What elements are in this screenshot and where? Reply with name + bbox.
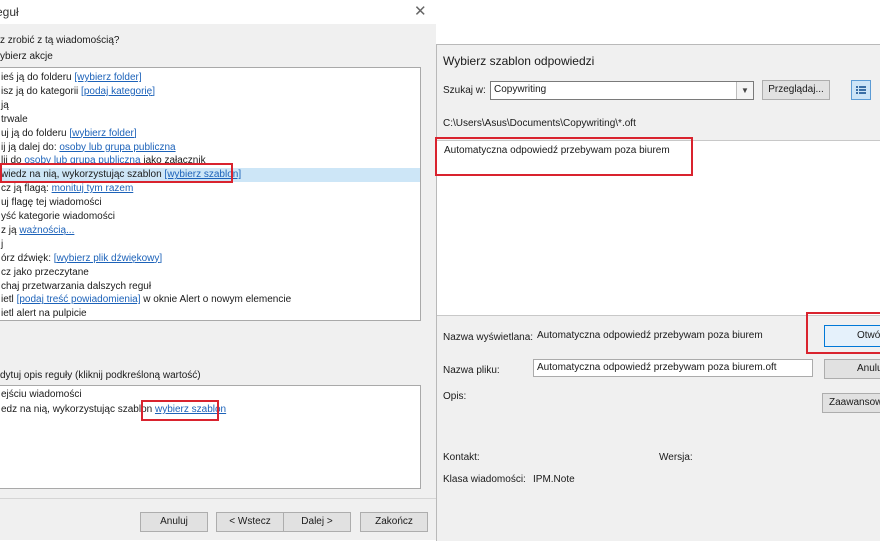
action-text: ietl	[1, 294, 17, 306]
action-text: j	[1, 238, 4, 250]
action-item[interactable]: ietl [podaj treść powiadomienia] w oknie…	[0, 293, 420, 307]
action-link[interactable]: monituj tym razem	[52, 183, 134, 194]
action-item[interactable]: cz ją flagą: monituj tym razem	[0, 182, 420, 196]
version-label: Wersja:	[659, 452, 693, 463]
rules-dialog-title: eguł	[0, 5, 19, 19]
action-item[interactable]: ją	[0, 99, 420, 113]
action-item[interactable]: isz ją do kategorii [podaj kategorię]	[0, 85, 420, 99]
action-item[interactable]: wiedz na nią, wykorzystując szablon [wyb…	[0, 168, 420, 183]
step2-label: dytuj opis reguły (kliknij podkreśloną w…	[0, 370, 201, 381]
action-text: trwale	[1, 113, 28, 125]
description-line: edz na nią, wykorzystując szablon wybier…	[1, 404, 226, 415]
rule-description-box: ejściu wiadomości edz na nią, wykorzystu…	[0, 385, 421, 489]
action-text: yść kategorie wiadomości	[1, 211, 115, 222]
close-icon[interactable]: ✕	[414, 2, 427, 20]
rules-wizard-dialog: eguł ✕ z zrobić z tą wiadomością? ybierz…	[0, 0, 436, 540]
action-link[interactable]: [wybierz folder]	[74, 72, 141, 83]
template-file-list[interactable]: Automatyczna odpowiedź przebywam poza bi…	[437, 140, 880, 316]
action-text-suffix: w oknie Alert o nowym elemencie	[140, 294, 292, 306]
action-text: ij ją dalej do:	[1, 141, 60, 153]
action-item[interactable]: ij ją dalej do: osoby lub grupa publiczn…	[0, 141, 420, 155]
action-link[interactable]: osoby lub grupa publiczna	[59, 142, 175, 153]
action-link[interactable]: ważnością...	[19, 225, 74, 236]
look-in-select[interactable]: Copywriting ▼	[490, 81, 754, 100]
action-link[interactable]: [podaj treść powiadomienia]	[17, 294, 141, 305]
message-class-label: Klasa wiadomości:	[443, 474, 526, 485]
next-button[interactable]: Dalej >	[283, 512, 351, 532]
action-item[interactable]: yść kategorie wiadomości	[0, 210, 420, 224]
template-dialog-title: Wybierz szablon odpowiedzi	[443, 54, 595, 68]
action-item[interactable]: ieś ją do folderu [wybierz folder]	[0, 71, 420, 85]
file-name-input[interactable]: Automatyczna odpowiedź przebywam poza bi…	[533, 359, 813, 377]
question-label: z zrobić z tą wiadomością?	[0, 35, 120, 46]
action-text: cz jako przeczytane	[1, 266, 89, 278]
description-line: ejściu wiadomości	[1, 389, 82, 400]
action-item[interactable]: z ją ważnością...	[0, 224, 420, 238]
action-text: isz ją do kategorii	[1, 85, 82, 97]
cancel-template-button[interactable]: Anulu	[824, 359, 880, 379]
action-link[interactable]: [podaj kategorię]	[81, 86, 155, 97]
cancel-button[interactable]: Anuluj	[140, 512, 208, 532]
choose-template-link[interactable]: wybierz szablon	[155, 404, 226, 415]
action-item[interactable]: uj ją do folderu [wybierz folder]	[0, 127, 420, 141]
action-text: órz dźwięk:	[1, 252, 54, 264]
action-link[interactable]: osoby lub grupa publiczna	[24, 155, 140, 166]
action-link[interactable]: [wybierz plik dźwiękowy]	[54, 253, 162, 264]
file-item[interactable]: Automatyczna odpowiedź przebywam poza bi…	[444, 145, 670, 156]
action-item[interactable]: ietl alert na pulpicie	[0, 307, 420, 320]
open-button[interactable]: Otwór	[824, 325, 880, 347]
chevron-down-icon[interactable]: ▼	[736, 82, 753, 99]
action-text: uj flagę tej wiadomości	[1, 197, 102, 209]
contact-label: Kontakt:	[443, 452, 480, 463]
step1-label: ybierz akcje	[0, 51, 53, 62]
action-text: wiedz na nią, wykorzystując szablon	[1, 169, 165, 181]
display-name-label: Nazwa wyświetlana:	[443, 332, 534, 343]
choose-template-dialog: Wybierz szablon odpowiedzi Szukaj w: Cop…	[436, 44, 880, 541]
action-text: ją	[1, 99, 9, 111]
description-label: Opis:	[443, 391, 467, 402]
back-button[interactable]: < Wstecz	[216, 512, 284, 532]
action-text: uj ją do folderu	[1, 127, 70, 139]
action-text: lij do	[1, 155, 25, 167]
action-item[interactable]: cz jako przeczytane	[0, 266, 420, 280]
action-item[interactable]: lij do osoby lub grupa publiczna jako za…	[0, 154, 420, 168]
rules-title-bar: eguł ✕	[0, 0, 436, 24]
action-link[interactable]: [wybierz szablon]	[164, 169, 241, 180]
action-item[interactable]: uj flagę tej wiadomości	[0, 196, 420, 210]
action-text: z ją	[1, 224, 20, 236]
action-item[interactable]: chaj przetwarzania dalszych reguł	[0, 280, 420, 294]
actions-list[interactable]: ieś ją do folderu [wybierz folder] isz ją…	[0, 67, 421, 321]
look-in-value: Copywriting	[494, 84, 547, 95]
browse-button[interactable]: Przeglądaj...	[762, 80, 830, 100]
description-text: edz na nią, wykorzystując szablon	[1, 404, 155, 415]
advanced-button[interactable]: Zaawansowa	[822, 393, 880, 413]
action-item[interactable]: trwale	[0, 113, 420, 127]
action-text: ieś ją do folderu	[1, 72, 75, 83]
action-item[interactable]: j	[0, 238, 420, 252]
action-item[interactable]: órz dźwięk: [wybierz plik dźwiękowy]	[0, 252, 420, 266]
look-in-label: Szukaj w:	[443, 85, 486, 96]
action-text: cz ją flagą:	[1, 183, 52, 195]
action-text: chaj przetwarzania dalszych reguł	[1, 280, 152, 292]
message-class-value: IPM.Note	[533, 474, 575, 485]
divider	[0, 498, 436, 499]
action-text: ietl alert na pulpicie	[1, 308, 87, 320]
display-name-field: Automatyczna odpowiedź przebywam poza bi…	[533, 327, 811, 345]
action-text-suffix: jako załącznik	[140, 155, 206, 167]
list-view-icon[interactable]	[851, 80, 871, 100]
action-link[interactable]: [wybierz folder]	[69, 128, 136, 139]
path-label: C:\Users\Asus\Documents\Copywriting\*.of…	[443, 118, 636, 129]
file-name-label: Nazwa pliku:	[443, 365, 500, 376]
finish-button[interactable]: Zakończ	[360, 512, 428, 532]
